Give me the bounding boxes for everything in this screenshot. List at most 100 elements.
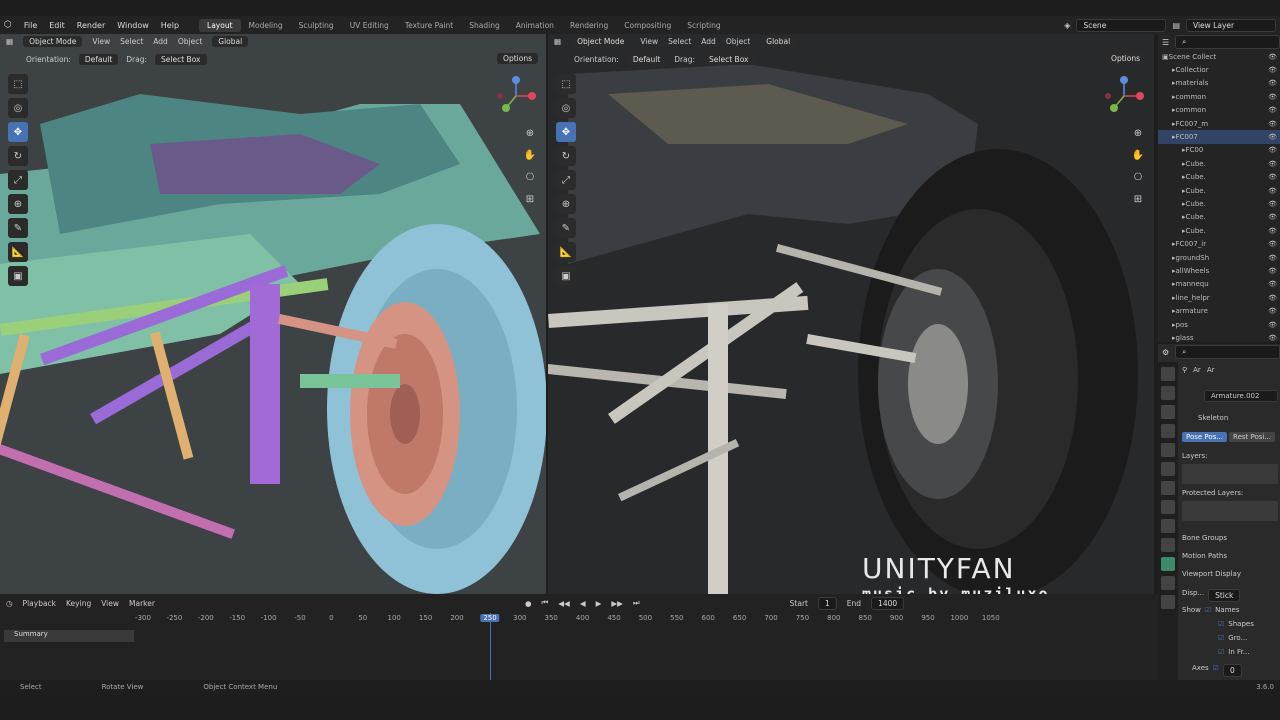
rotate-tool-icon[interactable]: ↻ bbox=[556, 146, 576, 166]
measure-tool-icon[interactable]: 📐 bbox=[556, 242, 576, 262]
editor-type-icon[interactable]: ▦ bbox=[554, 37, 561, 46]
object-tab-icon[interactable] bbox=[1161, 481, 1175, 495]
scale-tool-icon[interactable]: ⤢ bbox=[556, 170, 576, 190]
visibility-eye-icon[interactable]: 👁 bbox=[1268, 294, 1277, 302]
timeline-editor-icon[interactable]: ◷ bbox=[6, 599, 13, 608]
menu-render[interactable]: Render bbox=[71, 21, 111, 30]
next-key-icon[interactable]: ▶▶ bbox=[611, 599, 623, 608]
scale-tool-icon[interactable]: ⤢ bbox=[8, 170, 28, 190]
play-reverse-icon[interactable]: ◀ bbox=[580, 599, 586, 608]
orientation-dropdown[interactable]: Default bbox=[78, 53, 119, 65]
outliner-row[interactable]: ▸ armature 👁 bbox=[1158, 304, 1280, 317]
tab-texture-paint[interactable]: Texture Paint bbox=[397, 19, 461, 32]
blender-logo-icon[interactable]: ⬡ bbox=[4, 20, 12, 30]
physics-tab-icon[interactable] bbox=[1161, 519, 1175, 533]
outliner-row[interactable]: ▸ Cube. 👁 bbox=[1158, 211, 1280, 224]
select-box-tool-icon[interactable]: ⬚ bbox=[556, 74, 576, 94]
menu-view[interactable]: View bbox=[92, 37, 110, 46]
cursor-tool-icon[interactable]: ◎ bbox=[8, 98, 28, 118]
add-cube-tool-icon[interactable]: ▣ bbox=[556, 266, 576, 286]
outliner-row[interactable]: ▸ FC007 👁 bbox=[1158, 130, 1280, 144]
outliner-row[interactable]: ▸ Cube. 👁 bbox=[1158, 197, 1280, 210]
visibility-eye-icon[interactable]: 👁 bbox=[1268, 334, 1277, 342]
add-cube-tool-icon[interactable]: ▣ bbox=[8, 266, 28, 286]
frame-ruler[interactable]: -300 -250 -200 -150 -100 -50 0 50 100 150 200 250 30… bbox=[0, 614, 1158, 626]
outliner-row[interactable]: ▸ Cube. 👁 bbox=[1158, 224, 1280, 237]
visibility-eye-icon[interactable]: 👁 bbox=[1268, 133, 1277, 141]
menu-view[interactable]: View bbox=[101, 599, 119, 608]
menu-add[interactable]: Add bbox=[153, 37, 168, 46]
view-layer-field[interactable]: View Layer bbox=[1186, 18, 1276, 32]
tool-tab-icon[interactable] bbox=[1161, 367, 1175, 381]
viewport-display-panel[interactable]: Viewport Display bbox=[1182, 570, 1278, 578]
outliner-row[interactable]: ▸ pos 👁 bbox=[1158, 318, 1280, 331]
modifier-tab-icon[interactable] bbox=[1161, 500, 1175, 514]
tab-layout[interactable]: Layout bbox=[199, 18, 241, 32]
scene-tab-icon[interactable] bbox=[1161, 443, 1175, 457]
camera-icon[interactable]: ⎔ bbox=[522, 172, 538, 188]
menu-window[interactable]: Window bbox=[111, 21, 155, 30]
show-names-checkbox[interactable]: ☑ bbox=[1205, 606, 1211, 614]
world-tab-icon[interactable] bbox=[1161, 462, 1175, 476]
render-tab-icon[interactable] bbox=[1161, 386, 1175, 400]
outliner-row[interactable]: ▸ groundSh 👁 bbox=[1158, 251, 1280, 264]
properties-search-input[interactable]: ⌕ bbox=[1175, 345, 1280, 359]
jump-start-icon[interactable]: ⏮ bbox=[542, 598, 549, 608]
scene-field[interactable]: Scene bbox=[1076, 18, 1167, 32]
viewport-left[interactable]: ▦ Object Mode View Select Add Object Glo… bbox=[0, 34, 546, 594]
mode-dropdown[interactable]: Object Mode bbox=[23, 36, 83, 47]
texture-tab-icon[interactable] bbox=[1161, 595, 1175, 609]
editor-type-icon[interactable]: ▦ bbox=[6, 37, 13, 46]
menu-help[interactable]: Help bbox=[155, 21, 185, 30]
visibility-eye-icon[interactable]: 👁 bbox=[1268, 227, 1277, 235]
tab-rendering[interactable]: Rendering bbox=[562, 19, 616, 32]
visibility-eye-icon[interactable]: 👁 bbox=[1268, 146, 1277, 154]
record-icon[interactable]: ● bbox=[525, 599, 532, 608]
transform-orientation-dropdown[interactable]: Global bbox=[212, 36, 249, 47]
tab-shading[interactable]: Shading bbox=[461, 19, 507, 32]
show-in-front-checkbox[interactable]: ☑ bbox=[1218, 648, 1224, 656]
visibility-eye-icon[interactable]: 👁 bbox=[1268, 93, 1277, 101]
display-as-dropdown[interactable]: Stick bbox=[1208, 589, 1241, 602]
output-tab-icon[interactable] bbox=[1161, 405, 1175, 419]
visibility-eye-icon[interactable]: 👁 bbox=[1268, 66, 1277, 74]
show-group-checkbox[interactable]: ☑ bbox=[1218, 634, 1224, 642]
menu-object[interactable]: Object bbox=[726, 37, 750, 46]
visibility-eye-icon[interactable]: 👁 bbox=[1268, 213, 1277, 221]
measure-tool-icon[interactable]: 📐 bbox=[8, 242, 28, 262]
motion-paths-panel[interactable]: Motion Paths bbox=[1182, 552, 1278, 560]
visibility-eye-icon[interactable]: 👁 bbox=[1268, 79, 1277, 87]
annotate-tool-icon[interactable]: ✎ bbox=[556, 218, 576, 238]
visibility-eye-icon[interactable]: 👁 bbox=[1268, 187, 1277, 195]
menu-select[interactable]: Select bbox=[668, 37, 691, 46]
visibility-eye-icon[interactable]: 👁 bbox=[1268, 280, 1277, 288]
visibility-eye-icon[interactable]: 👁 bbox=[1268, 267, 1277, 275]
transform-orientation-dropdown[interactable]: Global bbox=[760, 36, 797, 47]
outliner-search-input[interactable]: ⌕ bbox=[1175, 35, 1280, 49]
mode-dropdown[interactable]: Object Mode bbox=[571, 36, 631, 47]
grid-icon[interactable]: ⊞ bbox=[522, 194, 538, 210]
viewport-right[interactable]: ▦ Object Mode View Select Add Object Glo… bbox=[548, 34, 1154, 594]
menu-object[interactable]: Object bbox=[178, 37, 202, 46]
outliner-row[interactable]: ▸ common 👁 bbox=[1158, 90, 1280, 103]
visibility-eye-icon[interactable]: 👁 bbox=[1268, 173, 1277, 181]
orientation-dropdown[interactable]: Default bbox=[626, 53, 667, 65]
outliner-editor-icon[interactable]: ☰ bbox=[1162, 38, 1169, 47]
pan-hand-icon[interactable]: ✋ bbox=[522, 150, 538, 166]
show-shapes-checkbox[interactable]: ☑ bbox=[1218, 620, 1224, 628]
outliner-row[interactable]: ▸ glass 👁 bbox=[1158, 331, 1280, 342]
zoom-icon[interactable]: ⊕ bbox=[522, 128, 538, 144]
properties-editor-icon[interactable]: ⚙ bbox=[1162, 348, 1169, 357]
visibility-eye-icon[interactable]: 👁 bbox=[1268, 120, 1277, 128]
rest-position-button[interactable]: Rest Posi... bbox=[1229, 432, 1276, 442]
armature-name-field[interactable]: Armature.002 bbox=[1204, 390, 1278, 402]
camera-icon[interactable]: ⎔ bbox=[1130, 172, 1146, 188]
grid-icon[interactable]: ⊞ bbox=[1130, 194, 1146, 210]
outliner-row[interactable]: ▸ common 👁 bbox=[1158, 104, 1280, 117]
armature-data-tab-icon[interactable] bbox=[1161, 557, 1175, 571]
menu-view[interactable]: View bbox=[640, 37, 658, 46]
constraint-tab-icon[interactable] bbox=[1161, 538, 1175, 552]
outliner-row[interactable]: ▣ Scene Collect 👁 bbox=[1158, 50, 1280, 63]
layers-grid[interactable] bbox=[1182, 464, 1278, 484]
visibility-eye-icon[interactable]: 👁 bbox=[1268, 240, 1277, 248]
